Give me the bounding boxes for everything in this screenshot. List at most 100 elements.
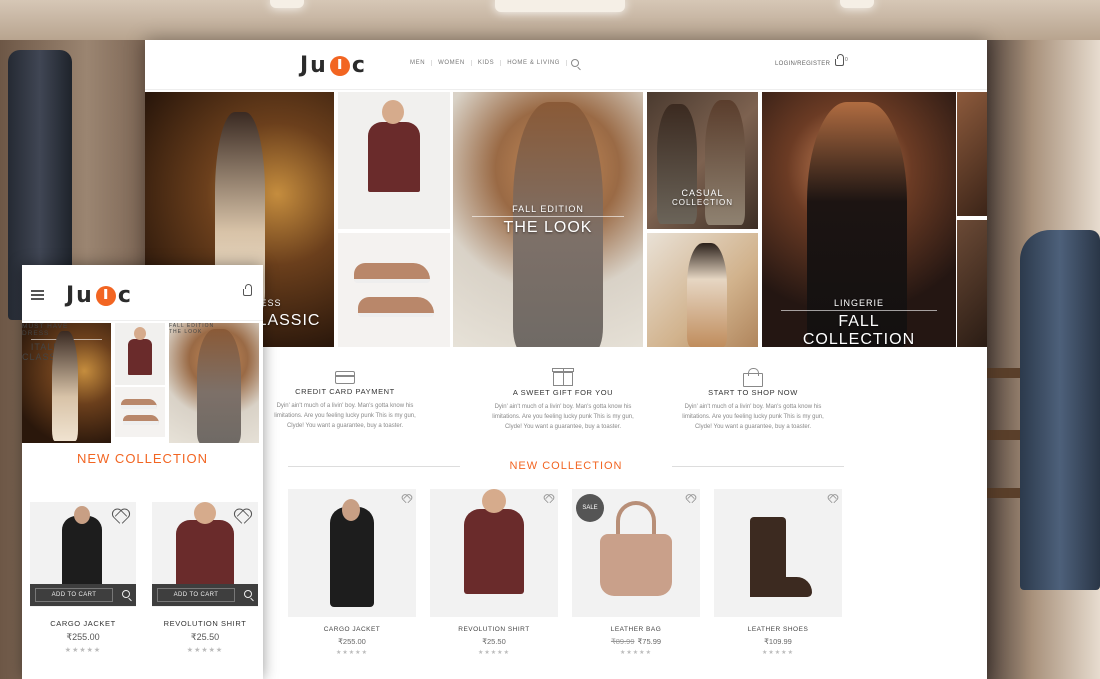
- jacket-image: [330, 507, 374, 607]
- hero-caption: CASUAL COLLECTION: [647, 188, 758, 207]
- feature-shop: START TO SHOP NOW Dyin' ain't much of a …: [673, 368, 833, 432]
- hero-tile-italian-classic[interactable]: MUST HAVE DRESS ITALIAN CLASSIC: [22, 323, 111, 443]
- nav-item-women[interactable]: WOMEN: [432, 60, 472, 66]
- product-card-cargo-jacket[interactable]: CARGO JACKET ₹255.00 ★★★★★: [288, 489, 416, 656]
- logo[interactable]: Ju c: [66, 283, 133, 308]
- hero-tile-the-look[interactable]: FALL EDITION THE LOOK: [169, 323, 259, 443]
- model-head-image: [194, 502, 216, 524]
- model-image: [52, 331, 78, 441]
- add-to-cart-button[interactable]: ADD TO CART: [157, 588, 235, 602]
- rating-stars: ★★★★★: [336, 650, 368, 656]
- boot-sole-image: [750, 577, 812, 597]
- hero-tile-the-look[interactable]: FALL EDITION THE LOOK: [453, 92, 643, 347]
- logo-text-right: c: [351, 53, 367, 78]
- desktop-site: Ju c MEN WOMEN KIDS HOME & LIVING LOGIN/…: [145, 40, 987, 679]
- logo-power-icon: [95, 285, 116, 306]
- model-image: [687, 243, 727, 347]
- shopping-bag-icon: [743, 368, 763, 387]
- nav-item-kids[interactable]: KIDS: [472, 60, 502, 66]
- nav-item-men[interactable]: MEN: [404, 60, 433, 66]
- hero-tile-shirt[interactable]: [338, 92, 450, 229]
- logo[interactable]: Ju c: [300, 53, 367, 78]
- product-name[interactable]: REVOLUTION SHIRT: [152, 619, 258, 628]
- product-card-leather-bag[interactable]: SALE LEATHER BAG ₹89.99 ₹75.99 ★★★★★: [572, 489, 700, 656]
- quick-view-search-icon[interactable]: [244, 590, 252, 598]
- price-value: ₹75.99: [637, 637, 662, 646]
- basket-icon: [243, 284, 252, 296]
- tshirt-image: [368, 122, 420, 192]
- hero-subtitle: MUST HAVE: [22, 323, 69, 330]
- product-card-leather-shoes[interactable]: LEATHER SHOES ₹109.99 ★★★★★: [714, 489, 842, 656]
- logo-text-left: Ju: [66, 283, 94, 308]
- nav-item-home-living[interactable]: HOME & LIVING: [501, 60, 568, 66]
- hero-tile-partial[interactable]: [957, 92, 987, 216]
- basket-icon: [835, 54, 844, 66]
- shoe-image: [123, 415, 159, 425]
- gift-icon: [552, 368, 574, 386]
- ceiling-light: [840, 0, 874, 8]
- heart-icon[interactable]: [234, 508, 250, 522]
- product-name[interactable]: CARGO JACKET: [288, 626, 416, 633]
- product-image[interactable]: ADD TO CART: [30, 502, 136, 607]
- hero-caption: FALL EDITION THE LOOK: [453, 204, 643, 237]
- rating-stars: ★★★★★: [186, 647, 224, 654]
- quick-view-search-icon[interactable]: [122, 590, 130, 598]
- section-title: NEW COLLECTION: [76, 451, 208, 466]
- product-card-revolution-shirt[interactable]: ADD TO CART REVOLUTION SHIRT ₹25.50 ★★★★…: [152, 502, 258, 654]
- product-name[interactable]: LEATHER SHOES: [714, 626, 842, 633]
- hero-tile-bag[interactable]: [647, 233, 758, 347]
- product-name[interactable]: CARGO JACKET: [30, 619, 136, 628]
- product-name[interactable]: REVOLUTION SHIRT: [430, 626, 558, 633]
- ceiling-light: [270, 0, 304, 8]
- hero-tile-shoes[interactable]: [338, 233, 450, 347]
- feature-title: A SWEET GIFT FOR YOU: [512, 388, 614, 397]
- hero-title: COLLECTION: [671, 198, 734, 207]
- product-name[interactable]: LEATHER BAG: [572, 626, 700, 633]
- cart-count: 0: [845, 57, 848, 63]
- sale-badge: SALE: [576, 494, 604, 522]
- product-image[interactable]: [430, 489, 558, 617]
- hero-tile-lingerie[interactable]: LINGERIE FALL COLLECTION: [762, 92, 956, 347]
- feature-title: CREDIT CARD PAYMENT: [295, 387, 395, 396]
- feature-description: Dyin' ain't much of a livin' boy. Man's …: [274, 403, 416, 429]
- hero-title: THE LOOK: [472, 216, 624, 237]
- rating-stars: ★★★★★: [762, 650, 794, 656]
- cart-button[interactable]: [243, 284, 252, 296]
- model-head-image: [74, 506, 90, 524]
- heart-icon[interactable]: [686, 494, 694, 502]
- mannequin: [1020, 230, 1100, 590]
- logo-power-icon: [329, 55, 350, 76]
- tshirt-image: [464, 509, 524, 594]
- product-image[interactable]: SALE: [572, 489, 700, 617]
- hero-tile-shoes[interactable]: [115, 387, 165, 437]
- product-image[interactable]: [288, 489, 416, 617]
- model-head-image: [134, 327, 146, 340]
- heart-icon[interactable]: [402, 494, 410, 502]
- ceiling-light: [495, 0, 625, 12]
- old-price: ₹89.99: [610, 637, 635, 646]
- hero-tile-shirt[interactable]: [115, 323, 165, 385]
- divider: [288, 466, 460, 467]
- hero-tile-partial[interactable]: [957, 220, 987, 347]
- product-image[interactable]: ADD TO CART: [152, 502, 258, 607]
- product-image[interactable]: [714, 489, 842, 617]
- price-value: ₹25.50: [482, 637, 506, 646]
- heart-icon[interactable]: [112, 508, 128, 522]
- hero-tile-casual[interactable]: CASUAL COLLECTION: [647, 92, 758, 229]
- hamburger-menu-icon[interactable]: [31, 290, 44, 300]
- feature-credit-card: CREDIT CARD PAYMENT Dyin' ain't much of …: [265, 368, 425, 431]
- product-card-cargo-jacket[interactable]: ADD TO CART CARGO JACKET ₹255.00 ★★★★★: [30, 502, 136, 654]
- tshirt-image: [176, 520, 234, 590]
- product-card-revolution-shirt[interactable]: REVOLUTION SHIRT ₹25.50 ★★★★★: [430, 489, 558, 656]
- heart-icon[interactable]: [828, 494, 836, 502]
- add-to-cart-button[interactable]: ADD TO CART: [35, 588, 113, 602]
- product-price: ₹255.00: [288, 637, 416, 646]
- product-price: ₹89.99 ₹75.99: [572, 637, 700, 646]
- search-icon[interactable]: [571, 59, 580, 67]
- shoe-image: [354, 263, 430, 283]
- model-head-image: [342, 499, 360, 521]
- cart-button[interactable]: [835, 54, 844, 66]
- product-price: ₹109.99: [714, 637, 842, 646]
- heart-icon[interactable]: [544, 494, 552, 502]
- login-register-link[interactable]: LOGIN/REGISTER: [775, 61, 830, 67]
